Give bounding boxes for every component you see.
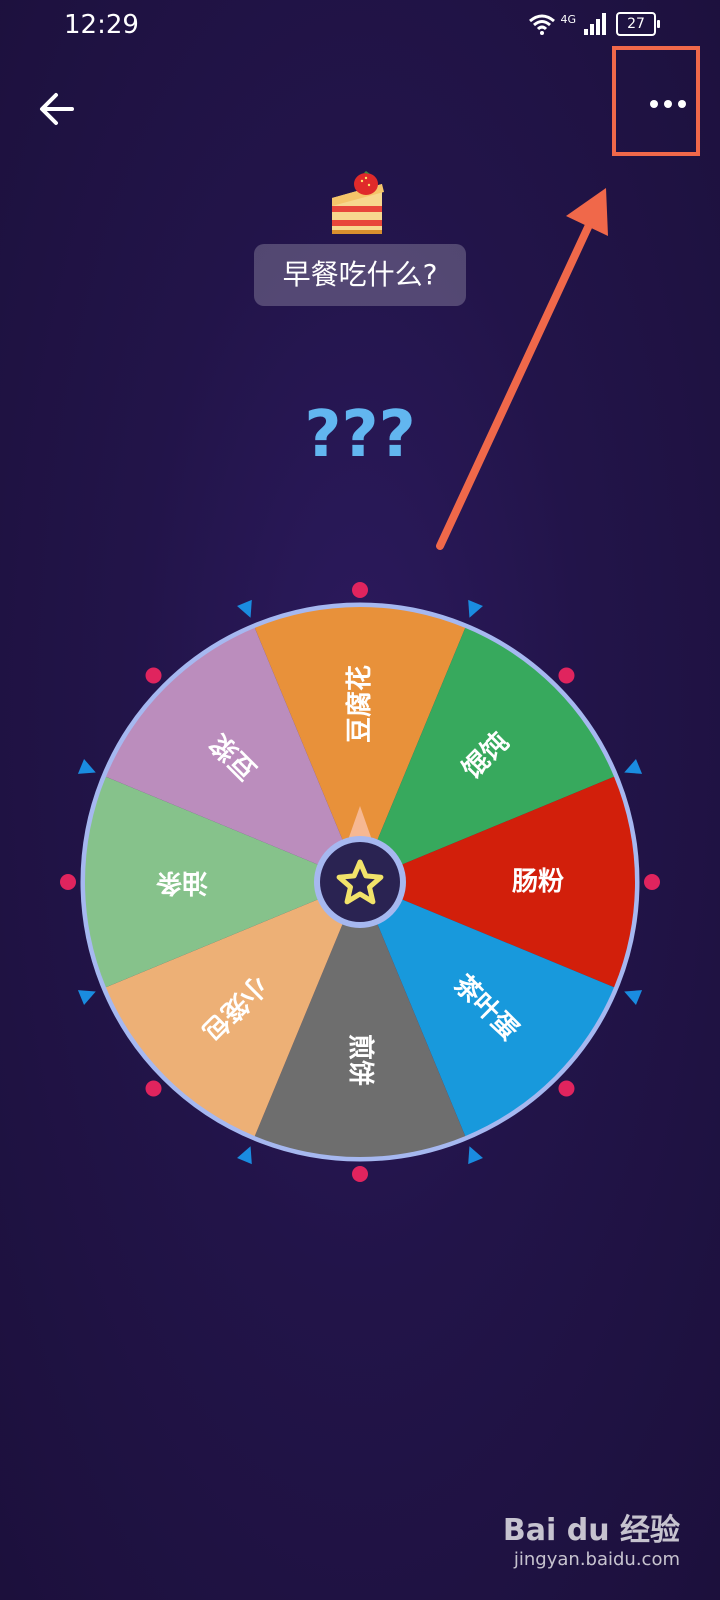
- rim-marker: [468, 1146, 483, 1165]
- watermark: Bai du 经验 jingyan.baidu.com: [503, 1505, 680, 1570]
- spin-result: ???: [304, 398, 416, 472]
- rim-marker: [624, 759, 643, 774]
- wheel-segment-label: 肠粉: [512, 867, 564, 897]
- wifi-icon: [529, 14, 556, 35]
- rim-dot: [352, 1166, 368, 1182]
- signal-icon: [584, 13, 606, 35]
- status-time: 12:29: [64, 10, 139, 40]
- rim-marker: [77, 990, 96, 1005]
- rim-marker: [77, 759, 96, 774]
- rim-dot: [644, 874, 660, 890]
- rim-dot: [145, 667, 162, 684]
- watermark-url: jingyan.baidu.com: [513, 1549, 680, 1570]
- more-horizontal-icon: [650, 100, 686, 108]
- rim-marker: [468, 599, 483, 618]
- status-icons: 4G 27: [528, 12, 660, 36]
- spin-button[interactable]: [320, 842, 400, 922]
- cake-emoji-icon: [332, 171, 384, 234]
- rim-dot: [60, 874, 76, 890]
- arrow-left-icon: [40, 93, 74, 125]
- rim-dot: [145, 1080, 162, 1097]
- rim-dot: [558, 667, 575, 684]
- watermark-brand: Bai du 经验: [502, 1513, 680, 1548]
- wheel-segment-label: 煎饼: [345, 1034, 376, 1086]
- spin-wheel[interactable]: 豆腐花馄饨肠粉茶叶蛋煎饼小笼包油条豆浆: [60, 582, 660, 1182]
- rim-marker: [624, 990, 643, 1005]
- rim-dot: [352, 582, 368, 598]
- wheel-title: 早餐吃什么?: [254, 244, 466, 306]
- network-type-label: 4G: [560, 12, 576, 26]
- battery-icon: 27: [616, 12, 660, 36]
- wheel-segment-label: 豆腐花: [345, 665, 375, 743]
- battery-level: 27: [627, 16, 645, 32]
- back-button[interactable]: [34, 86, 80, 132]
- wheel-segment-label: 油条: [155, 867, 208, 897]
- rim-dot: [558, 1080, 575, 1097]
- rim-marker: [237, 599, 252, 618]
- rim-marker: [237, 1146, 252, 1165]
